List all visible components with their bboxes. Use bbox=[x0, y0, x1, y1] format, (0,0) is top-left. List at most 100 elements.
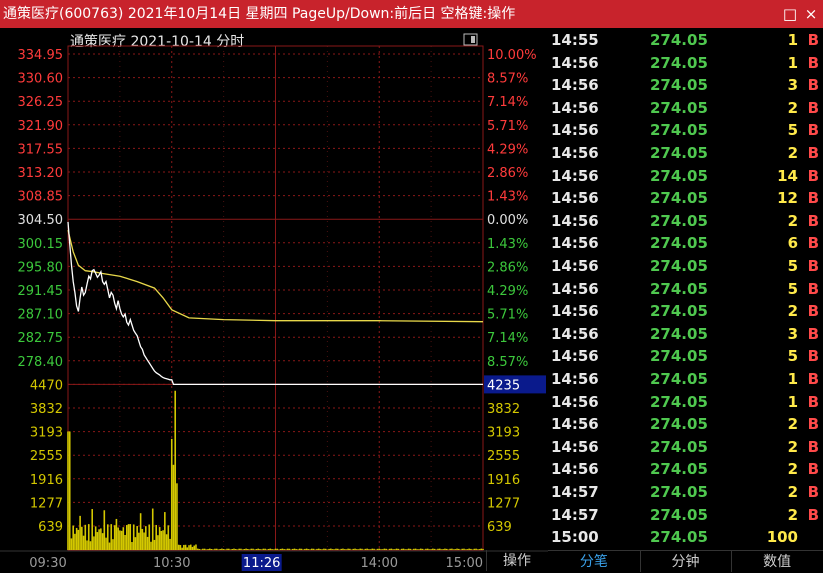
price-axis-label: 300.15 bbox=[18, 237, 64, 252]
tick-side: B bbox=[807, 234, 819, 253]
tick-row: 15:00 274.05 100 bbox=[548, 526, 823, 549]
tick-price: 274.05 bbox=[650, 505, 708, 524]
tick-volume: 2 bbox=[787, 505, 798, 524]
tick-time: 14:57 bbox=[551, 505, 599, 524]
tick-volume: 1 bbox=[787, 31, 798, 49]
time-axis-label: 15:00 bbox=[446, 556, 483, 571]
tick-volume: 5 bbox=[787, 347, 798, 366]
chart-header: 通策医疗 2021-10-14 分时 bbox=[70, 33, 244, 50]
price-axis-label: 317.55 bbox=[18, 142, 64, 157]
tick-time: 14:56 bbox=[551, 392, 599, 411]
pct-axis-label: 5.71% bbox=[487, 308, 528, 323]
price-axis-label: 295.80 bbox=[18, 260, 64, 275]
tick-volume: 1 bbox=[787, 370, 798, 388]
tab-ticks[interactable]: 分笔 bbox=[548, 551, 640, 572]
volume-axis-label: 3832 bbox=[487, 402, 520, 417]
tick-time: 14:56 bbox=[551, 257, 599, 275]
cursor-volume-value: 4235 bbox=[487, 378, 520, 393]
tick-price: 274.05 bbox=[650, 31, 708, 49]
tick-time: 14:56 bbox=[551, 144, 599, 162]
tick-time: 14:56 bbox=[551, 279, 599, 298]
volume-axis-label: 639 bbox=[487, 520, 512, 535]
tick-row: 14:56 274.05 3 B bbox=[548, 323, 823, 346]
tick-row: 14:56 274.05 5 B bbox=[548, 255, 823, 278]
tick-volume: 2 bbox=[787, 437, 798, 456]
tick-row: 14:56 274.05 2 B bbox=[548, 97, 823, 120]
intraday-chart[interactable]: 通策医疗 2021-10-14 分时 334.95 10.00% 330.60 8.57… bbox=[0, 28, 548, 571]
tick-price: 274.05 bbox=[650, 144, 708, 162]
tick-price: 274.05 bbox=[650, 324, 708, 343]
pct-axis-label: 2.86% bbox=[487, 166, 528, 181]
tick-time: 14:56 bbox=[551, 370, 599, 388]
tick-volume: 2 bbox=[787, 483, 798, 501]
tick-row: 14:56 274.05 5 B bbox=[548, 119, 823, 142]
volume-axis-label: 1277 bbox=[487, 496, 520, 511]
tick-price: 274.05 bbox=[650, 121, 708, 140]
price-axis-label: 330.60 bbox=[18, 72, 64, 87]
tick-time: 14:56 bbox=[551, 234, 599, 253]
price-axis-label: 304.50 bbox=[18, 213, 64, 228]
pct-axis-label: 1.43% bbox=[487, 237, 528, 252]
tick-time: 14:56 bbox=[551, 211, 599, 230]
pct-axis-label: 8.57% bbox=[487, 355, 528, 370]
tick-row: 14:56 274.05 1 B bbox=[548, 391, 823, 414]
tick-side: B bbox=[807, 370, 819, 388]
tick-price: 274.05 bbox=[650, 483, 708, 501]
tab-minutes[interactable]: 分钟 bbox=[640, 551, 732, 572]
price-axis-label: 308.85 bbox=[18, 190, 64, 205]
tick-row: 14:55 274.05 1 B bbox=[548, 29, 823, 52]
restore-icon[interactable]: □ bbox=[780, 0, 800, 28]
tick-price: 274.05 bbox=[650, 415, 708, 434]
tick-volume: 2 bbox=[787, 98, 798, 117]
tick-volume: 3 bbox=[787, 76, 798, 95]
tick-volume: 5 bbox=[787, 121, 798, 140]
volume-axis-label: 1916 bbox=[487, 473, 520, 488]
tick-volume: 5 bbox=[787, 279, 798, 298]
volume-axis-label: 4470 bbox=[30, 378, 63, 393]
tick-side: B bbox=[807, 121, 819, 140]
tick-side: B bbox=[807, 437, 819, 456]
tick-time: 14:56 bbox=[551, 437, 599, 456]
tick-volume: 1 bbox=[787, 392, 798, 411]
time-axis-label: 10:30 bbox=[153, 556, 190, 571]
volume-axis-label: 2555 bbox=[487, 449, 520, 464]
price-axis-label: 334.95 bbox=[18, 48, 64, 63]
tick-time: 15:00 bbox=[551, 528, 599, 547]
tab-values[interactable]: 数值 bbox=[731, 551, 823, 572]
tick-volume: 2 bbox=[787, 415, 798, 434]
cursor-time-label: 11:26 bbox=[243, 556, 280, 571]
pct-axis-label: 4.29% bbox=[487, 284, 528, 299]
volume-axis-label: 1916 bbox=[30, 473, 63, 488]
tick-price: 274.05 bbox=[650, 76, 708, 95]
tick-volume: 1 bbox=[787, 53, 798, 72]
tick-time: 14:57 bbox=[551, 483, 599, 501]
tick-time: 14:56 bbox=[551, 302, 599, 321]
tick-time: 14:56 bbox=[551, 415, 599, 434]
tick-price: 274.05 bbox=[650, 166, 708, 185]
tick-side: B bbox=[807, 211, 819, 230]
panel-toggle-icon-fill bbox=[471, 36, 475, 43]
tick-row: 14:56 274.05 12 B bbox=[548, 187, 823, 210]
close-icon[interactable]: × bbox=[801, 0, 821, 28]
tick-price: 274.05 bbox=[650, 370, 708, 388]
tick-price: 274.05 bbox=[650, 460, 708, 479]
tick-price: 274.05 bbox=[650, 528, 708, 547]
tick-row: 14:57 274.05 2 B bbox=[548, 504, 823, 527]
operate-button[interactable]: 操作 bbox=[486, 550, 547, 571]
tick-price: 274.05 bbox=[650, 189, 708, 208]
tick-volume: 2 bbox=[787, 302, 798, 321]
tick-side: B bbox=[807, 392, 819, 411]
tick-row: 14:57 274.05 2 B bbox=[548, 481, 823, 504]
tick-time: 14:56 bbox=[551, 98, 599, 117]
volume-axis-label: 639 bbox=[38, 520, 63, 535]
tick-price: 274.05 bbox=[650, 98, 708, 117]
tick-side: B bbox=[807, 415, 819, 434]
panel-toggle-icon bbox=[463, 33, 478, 46]
tick-volume: 12 bbox=[777, 189, 798, 208]
tick-row: 14:56 274.05 14 B bbox=[548, 165, 823, 188]
tick-volume: 2 bbox=[787, 460, 798, 479]
pct-axis-label: 0.00% bbox=[487, 213, 528, 228]
tick-time: 14:56 bbox=[551, 121, 599, 140]
tick-row: 14:56 274.05 2 B bbox=[548, 142, 823, 165]
tick-side: B bbox=[807, 144, 819, 162]
